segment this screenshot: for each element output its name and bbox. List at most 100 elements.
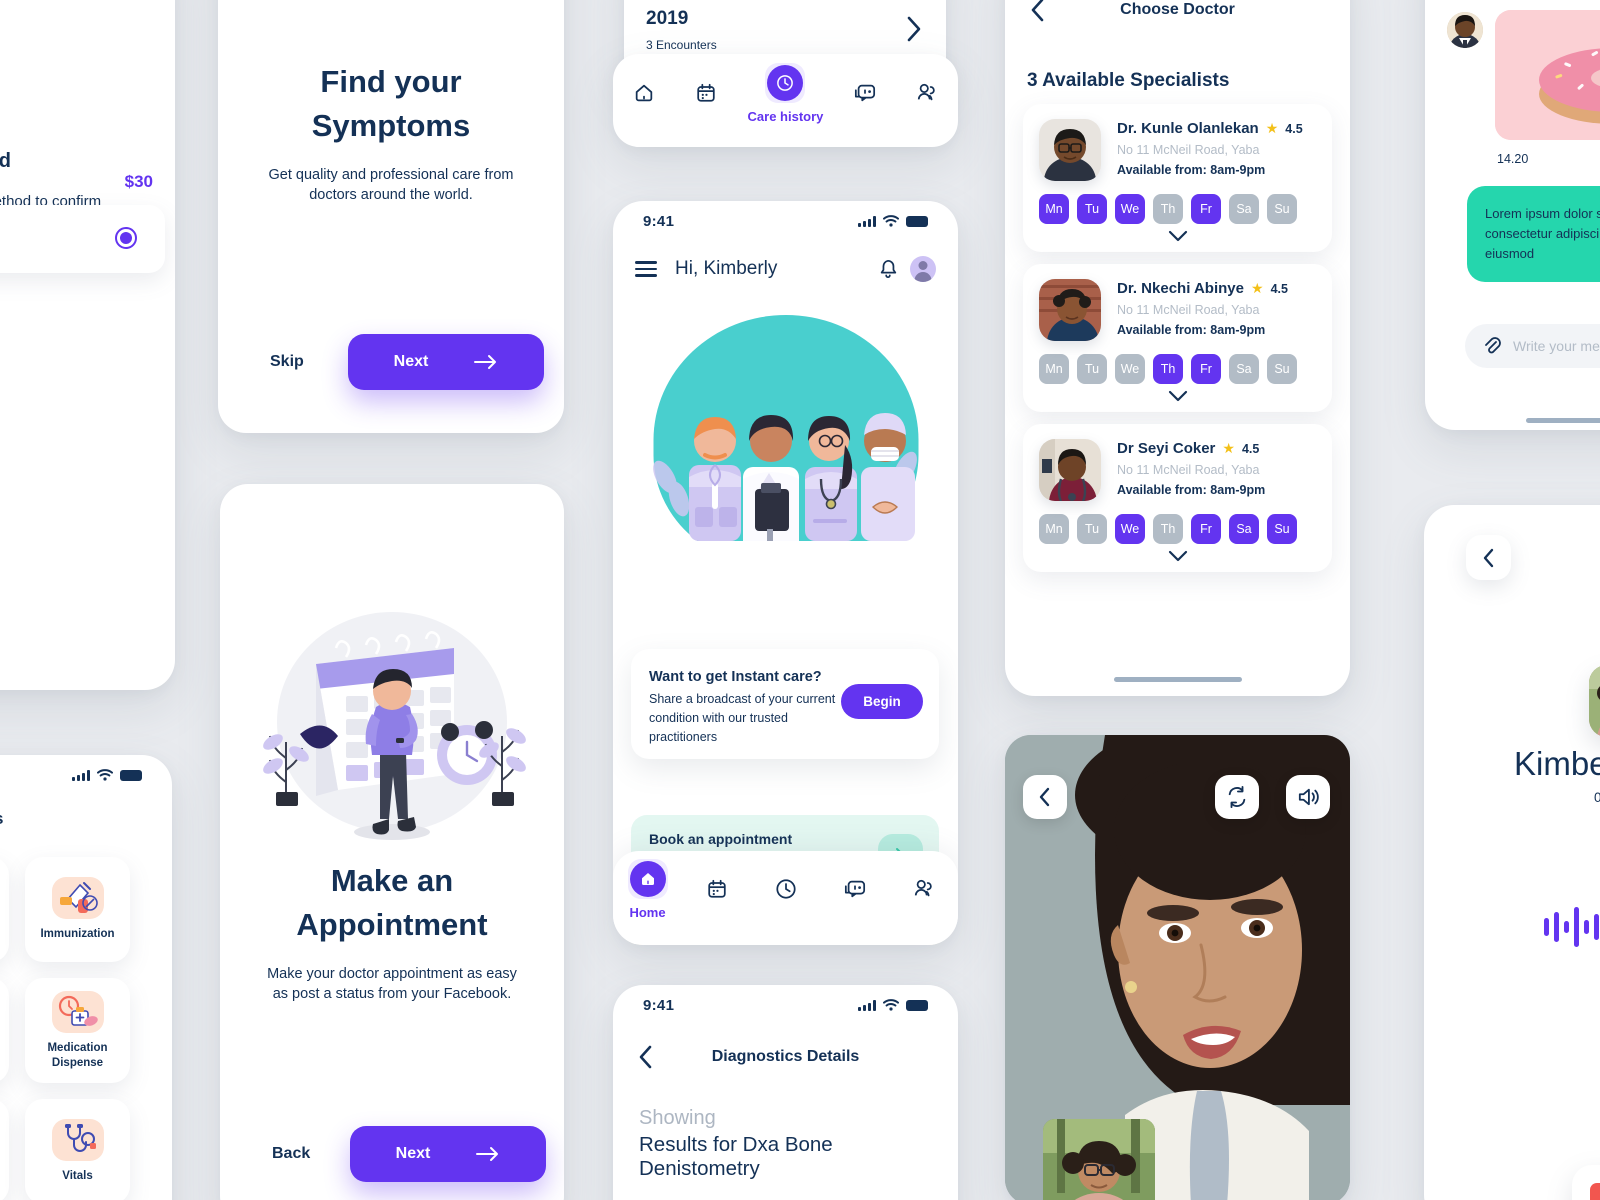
- chat-image-attachment[interactable]: [1495, 10, 1600, 140]
- call-timer: 00:00: [1594, 790, 1600, 805]
- back-button[interactable]: Back: [272, 1145, 310, 1163]
- tabbar-care-history: Care history: [613, 54, 958, 147]
- day-pill[interactable]: Th: [1153, 514, 1183, 544]
- status-bar: 9:41: [613, 985, 958, 1025]
- tab-chat-device[interactable]: [845, 73, 885, 113]
- tab-care-history-label: Care history: [747, 108, 824, 124]
- tab-home[interactable]: [624, 73, 664, 113]
- back-icon: [1483, 548, 1493, 567]
- doctors-illustration: [613, 301, 958, 541]
- payment-price: $30: [124, 172, 153, 191]
- next-button[interactable]: Next: [350, 1126, 546, 1182]
- attachment-icon[interactable]: [1483, 336, 1501, 356]
- video-call-screen: [1005, 735, 1350, 1200]
- people-icon: [914, 879, 932, 897]
- day-pill[interactable]: Fr: [1191, 194, 1221, 224]
- switch-camera-button[interactable]: [1215, 775, 1259, 819]
- back-icon: [1039, 787, 1050, 807]
- day-pill[interactable]: Th: [1153, 194, 1183, 224]
- immunization-icon: [51, 877, 104, 920]
- expand-icon[interactable]: [1039, 550, 1316, 562]
- begin-button[interactable]: Begin: [841, 684, 923, 719]
- day-pill[interactable]: Sa: [1229, 194, 1259, 224]
- tab-calendar[interactable]: [697, 869, 737, 909]
- doctor-address: No 11 McNeil Road, Yaba: [1117, 303, 1260, 317]
- showing-label: Showing: [639, 1107, 716, 1129]
- encounter-item-procedure[interactable]: Procedure: [0, 857, 9, 962]
- day-pill[interactable]: We: [1115, 354, 1145, 384]
- doctor-address: No 11 McNeil Road, Yaba: [1117, 463, 1260, 477]
- tab-care-history[interactable]: [766, 869, 806, 909]
- availability-days: Mn Tu We Th Fr Sa Su: [1039, 194, 1316, 224]
- payment-radio-selected[interactable]: [115, 227, 137, 249]
- back-icon[interactable]: [639, 1045, 653, 1069]
- next-button[interactable]: Next: [348, 334, 544, 390]
- back-button[interactable]: [1023, 775, 1067, 819]
- speaker-button[interactable]: [1286, 775, 1330, 819]
- people-icon: [917, 83, 935, 101]
- caller-name: Kimberly: [1514, 745, 1600, 782]
- clock-icon: [777, 74, 794, 91]
- speaker-icon: [1298, 788, 1319, 806]
- skip-button[interactable]: Skip: [270, 353, 304, 371]
- day-pill[interactable]: Sa: [1229, 354, 1259, 384]
- home-indicator: [1526, 418, 1600, 423]
- tab-chat-device[interactable]: [835, 869, 875, 909]
- avatar[interactable]: [910, 256, 936, 282]
- tab-home[interactable]: Home: [627, 858, 668, 920]
- day-pill[interactable]: Su: [1267, 354, 1297, 384]
- message-input[interactable]: Write your message: [1465, 324, 1600, 368]
- status-bar: [0, 755, 172, 795]
- medication-dispense-icon: [51, 991, 104, 1034]
- chat-screen: 14.20 Lorem ipsum dolor sit amet, consec…: [1425, 0, 1600, 430]
- tab-care-history[interactable]: Care history: [747, 62, 824, 124]
- day-pill[interactable]: Mn: [1039, 194, 1069, 224]
- day-pill[interactable]: Su: [1267, 194, 1297, 224]
- back-button[interactable]: [1466, 535, 1511, 580]
- day-pill[interactable]: We: [1115, 194, 1145, 224]
- doctor-card[interactable]: Dr. Nkechi Abinye ★ 4.5 No 11 McNeil Roa…: [1023, 264, 1332, 412]
- menu-icon[interactable]: [635, 261, 657, 277]
- diagnostics-navbar: Diagnostics Details: [613, 1033, 958, 1081]
- day-pill[interactable]: Mn: [1039, 514, 1069, 544]
- doctor-navbar: Choose Doctor: [1005, 0, 1350, 34]
- self-view-thumbnail[interactable]: [1043, 1119, 1155, 1200]
- encounter-item-vitals[interactable]: Vitals: [25, 1099, 130, 1200]
- chevron-right-icon[interactable]: [906, 16, 922, 42]
- day-pill[interactable]: We: [1115, 514, 1145, 544]
- encounter-item-medication-dispense[interactable]: Medication Dispense: [25, 978, 130, 1083]
- bell-icon[interactable]: [878, 258, 898, 280]
- day-pill[interactable]: Fr: [1191, 514, 1221, 544]
- encounter-label: Immunization: [40, 928, 115, 941]
- encounter-item-immunization[interactable]: Immunization: [25, 857, 130, 962]
- day-pill[interactable]: Fr: [1191, 354, 1221, 384]
- day-pill[interactable]: Su: [1267, 514, 1297, 544]
- day-pill[interactable]: Mn: [1039, 354, 1069, 384]
- encounter-item-allergy[interactable]: Allergy: [0, 1099, 9, 1200]
- day-pill[interactable]: Tu: [1077, 514, 1107, 544]
- encounter-item-medication[interactable]: Medication: [0, 978, 9, 1083]
- wifi-icon: [883, 999, 899, 1011]
- payment-screen: Payment Payment Method Choose a payment …: [0, 0, 175, 690]
- tab-people[interactable]: [904, 869, 944, 909]
- end-call-button[interactable]: [1572, 1165, 1600, 1200]
- choose-doctor-screen: Choose Doctor 3 Available Specialists Dr…: [1005, 0, 1350, 696]
- expand-icon[interactable]: [1039, 390, 1316, 402]
- back-icon[interactable]: [1031, 0, 1045, 22]
- encounter-label: Medication Dispense: [47, 1042, 108, 1069]
- calendar-icon: [697, 83, 715, 102]
- doctor-card[interactable]: Dr Seyi Coker ★ 4.5 No 11 McNeil Road, Y…: [1023, 424, 1332, 572]
- doctor-card[interactable]: Dr. Kunle Olanlekan ★ 4.5 No 11 McNeil R…: [1023, 104, 1332, 252]
- expand-icon[interactable]: [1039, 230, 1316, 242]
- home-icon: [635, 84, 653, 102]
- payment-method-row[interactable]: [0, 205, 165, 273]
- next-button-label: Next: [393, 353, 429, 370]
- day-pill[interactable]: Th: [1153, 354, 1183, 384]
- encounters-title: Encounters: [0, 809, 172, 829]
- day-pill[interactable]: Tu: [1077, 194, 1107, 224]
- tab-people[interactable]: [907, 73, 947, 113]
- day-pill[interactable]: Sa: [1229, 514, 1259, 544]
- tab-calendar[interactable]: [686, 73, 726, 113]
- sender-avatar: [1447, 12, 1483, 48]
- day-pill[interactable]: Tu: [1077, 354, 1107, 384]
